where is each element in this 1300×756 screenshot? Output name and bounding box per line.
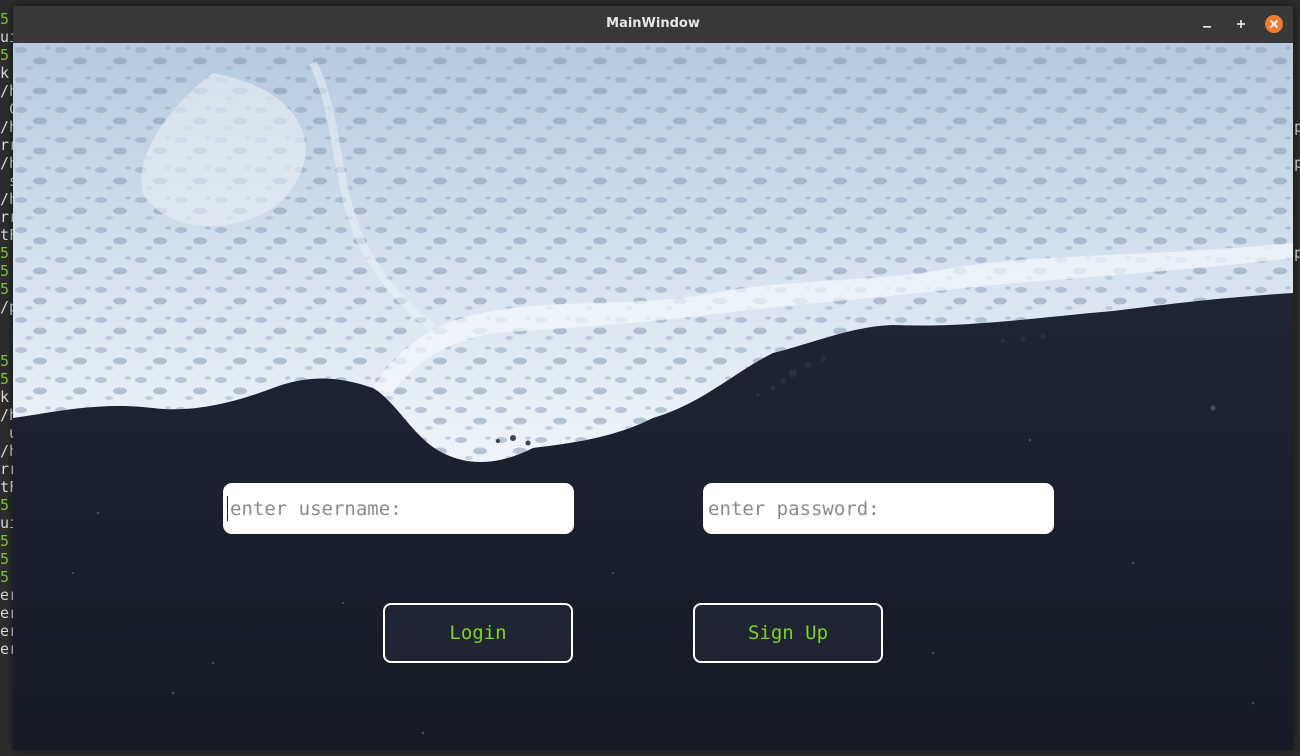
login-button-label: Login [449, 622, 507, 644]
text-cursor [227, 496, 228, 521]
terminal-text-right: p p p [1294, 118, 1300, 262]
close-icon [1270, 20, 1278, 28]
signup-button-label: Sign Up [747, 622, 829, 644]
background-beach-image [13, 43, 1293, 750]
signup-button[interactable]: Sign Up [693, 603, 883, 663]
username-input[interactable] [223, 483, 574, 534]
minimize-button[interactable] [1198, 15, 1216, 33]
window-content: Login Sign Up [13, 43, 1293, 750]
window-title: MainWindow [606, 16, 700, 31]
maximize-button[interactable] [1232, 15, 1250, 33]
titlebar[interactable]: MainWindow [13, 6, 1293, 44]
close-button[interactable] [1265, 15, 1283, 33]
password-input[interactable] [703, 483, 1054, 534]
terminal-text-left: 5 ui 5 k /h C /h rr /h s /h rr tF 5 5 5 … [0, 10, 14, 658]
maximize-icon [1237, 20, 1245, 28]
main-window: MainWindow enter username: Login Sign Up [13, 6, 1293, 750]
login-button[interactable]: Login [383, 603, 573, 663]
minimize-icon [1203, 26, 1211, 28]
